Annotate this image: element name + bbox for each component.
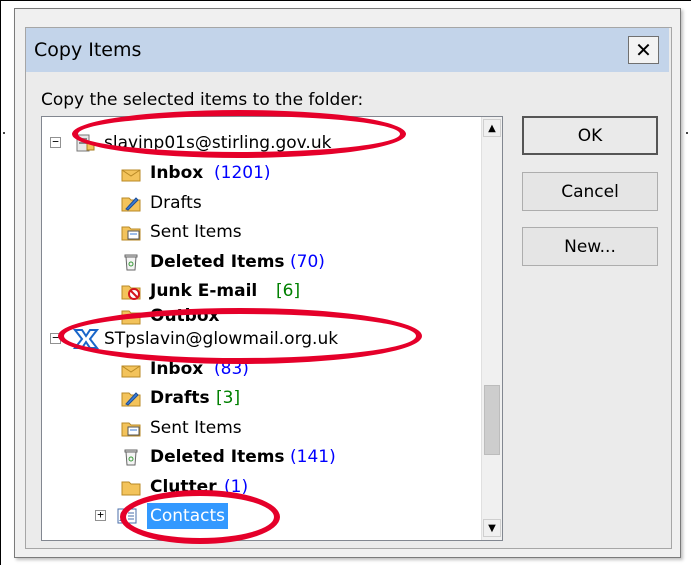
- title-bar: Copy Items ✕: [26, 28, 669, 72]
- inbox-icon: [121, 365, 141, 378]
- dialog-frame: Copy Items ✕ Copy the selected items to …: [25, 27, 672, 549]
- a1-inbox-count: (1201): [214, 163, 271, 183]
- tree-item-a1-sent[interactable]: Sent Items: [42, 218, 482, 246]
- tree-item-a2-contacts[interactable]: + Contacts: [42, 502, 482, 530]
- scroll-down-icon: ▼: [488, 522, 496, 534]
- junk-email-icon: [121, 285, 141, 300]
- background-dot: [686, 132, 688, 134]
- exchange-account-icon: [72, 329, 100, 349]
- tree-item-a1-deleted[interactable]: Deleted Items (70): [42, 248, 482, 276]
- a2-inbox-label: Inbox: [150, 359, 204, 379]
- clutter-icon: [121, 481, 141, 496]
- a2-deleted-label: Deleted Items: [150, 447, 285, 467]
- ok-button[interactable]: OK: [522, 116, 658, 155]
- deleted-items-icon: [124, 254, 138, 271]
- sent-items-icon: [121, 422, 141, 437]
- folder-tree[interactable]: − slavinp01s@stirling.gov.uk Inbox (1201…: [41, 116, 503, 541]
- copy-items-dialog: Copy Items ✕ Copy the selected items to …: [14, 8, 681, 558]
- new-folder-button[interactable]: New...: [522, 227, 658, 266]
- instruction-label: Copy the selected items to the folder:: [41, 90, 364, 110]
- background-top-border: [0, 0, 691, 1]
- tree-item-account1[interactable]: − slavinp01s@stirling.gov.uk: [42, 129, 482, 157]
- contacts-icon: [117, 508, 137, 524]
- a2-drafts-label: Drafts: [150, 388, 210, 408]
- mailbox-icon: [76, 134, 95, 152]
- cancel-button[interactable]: Cancel: [522, 172, 658, 211]
- a1-junk-count: [6]: [276, 281, 301, 301]
- tree-item-a1-inbox[interactable]: Inbox (1201): [42, 159, 482, 187]
- close-icon: ✕: [635, 38, 652, 62]
- a1-inbox-label: Inbox: [150, 163, 204, 183]
- drafts-icon: [121, 392, 141, 407]
- sent-items-icon: [121, 226, 141, 241]
- tree-item-account2[interactable]: − STpslavin@glowmail.org.uk: [42, 325, 482, 353]
- account1-name: slavinp01s@stirling.gov.uk: [104, 133, 332, 153]
- collapse-icon[interactable]: −: [50, 136, 61, 148]
- account2-name: STpslavin@glowmail.org.uk: [104, 329, 339, 349]
- a1-sent-label: Sent Items: [150, 222, 242, 242]
- scroll-down-button[interactable]: ▼: [483, 519, 501, 537]
- deleted-items-icon: [124, 449, 138, 466]
- scrollbar-thumb[interactable]: [484, 385, 500, 455]
- folder-tree-rows: − slavinp01s@stirling.gov.uk Inbox (1201…: [42, 117, 482, 540]
- scroll-up-icon: ▲: [488, 122, 496, 134]
- a1-deleted-label: Deleted Items: [150, 252, 285, 272]
- tree-item-a2-drafts[interactable]: Drafts [3]: [42, 384, 482, 412]
- tree-item-a1-junk[interactable]: Junk E-mail [6]: [42, 277, 482, 305]
- a1-drafts-label: Drafts: [150, 193, 202, 213]
- scroll-up-button[interactable]: ▲: [483, 119, 501, 137]
- a2-drafts-count: [3]: [216, 388, 241, 408]
- a2-sent-label: Sent Items: [150, 418, 242, 438]
- tree-item-a2-deleted[interactable]: Deleted Items (141): [42, 443, 482, 471]
- a2-clutter-label: Clutter: [150, 477, 217, 497]
- close-button[interactable]: ✕: [628, 36, 659, 64]
- a1-junk-label: Junk E-mail: [150, 281, 258, 301]
- inbox-icon: [121, 169, 141, 182]
- tree-item-a2-clutter[interactable]: Clutter (1): [42, 473, 482, 501]
- a2-clutter-count: (1): [224, 477, 249, 497]
- tree-item-a2-sent[interactable]: Sent Items: [42, 414, 482, 442]
- drafts-icon: [121, 197, 141, 212]
- expand-icon[interactable]: +: [95, 509, 106, 521]
- collapse-icon[interactable]: −: [50, 332, 61, 344]
- outbox-icon: [121, 310, 141, 325]
- dialog-title: Copy Items: [34, 39, 142, 61]
- background-left-border: [0, 0, 1, 565]
- a2-contacts-label: Contacts: [147, 503, 228, 529]
- background-dot: [3, 132, 5, 134]
- a2-deleted-count: (141): [290, 447, 336, 467]
- tree-scrollbar[interactable]: ▲ ▼: [481, 117, 502, 540]
- a1-deleted-count: (70): [290, 252, 325, 272]
- tree-item-a2-inbox[interactable]: Inbox (83): [42, 355, 482, 383]
- tree-item-a1-drafts[interactable]: Drafts: [42, 189, 482, 217]
- a2-inbox-count: (83): [214, 359, 249, 379]
